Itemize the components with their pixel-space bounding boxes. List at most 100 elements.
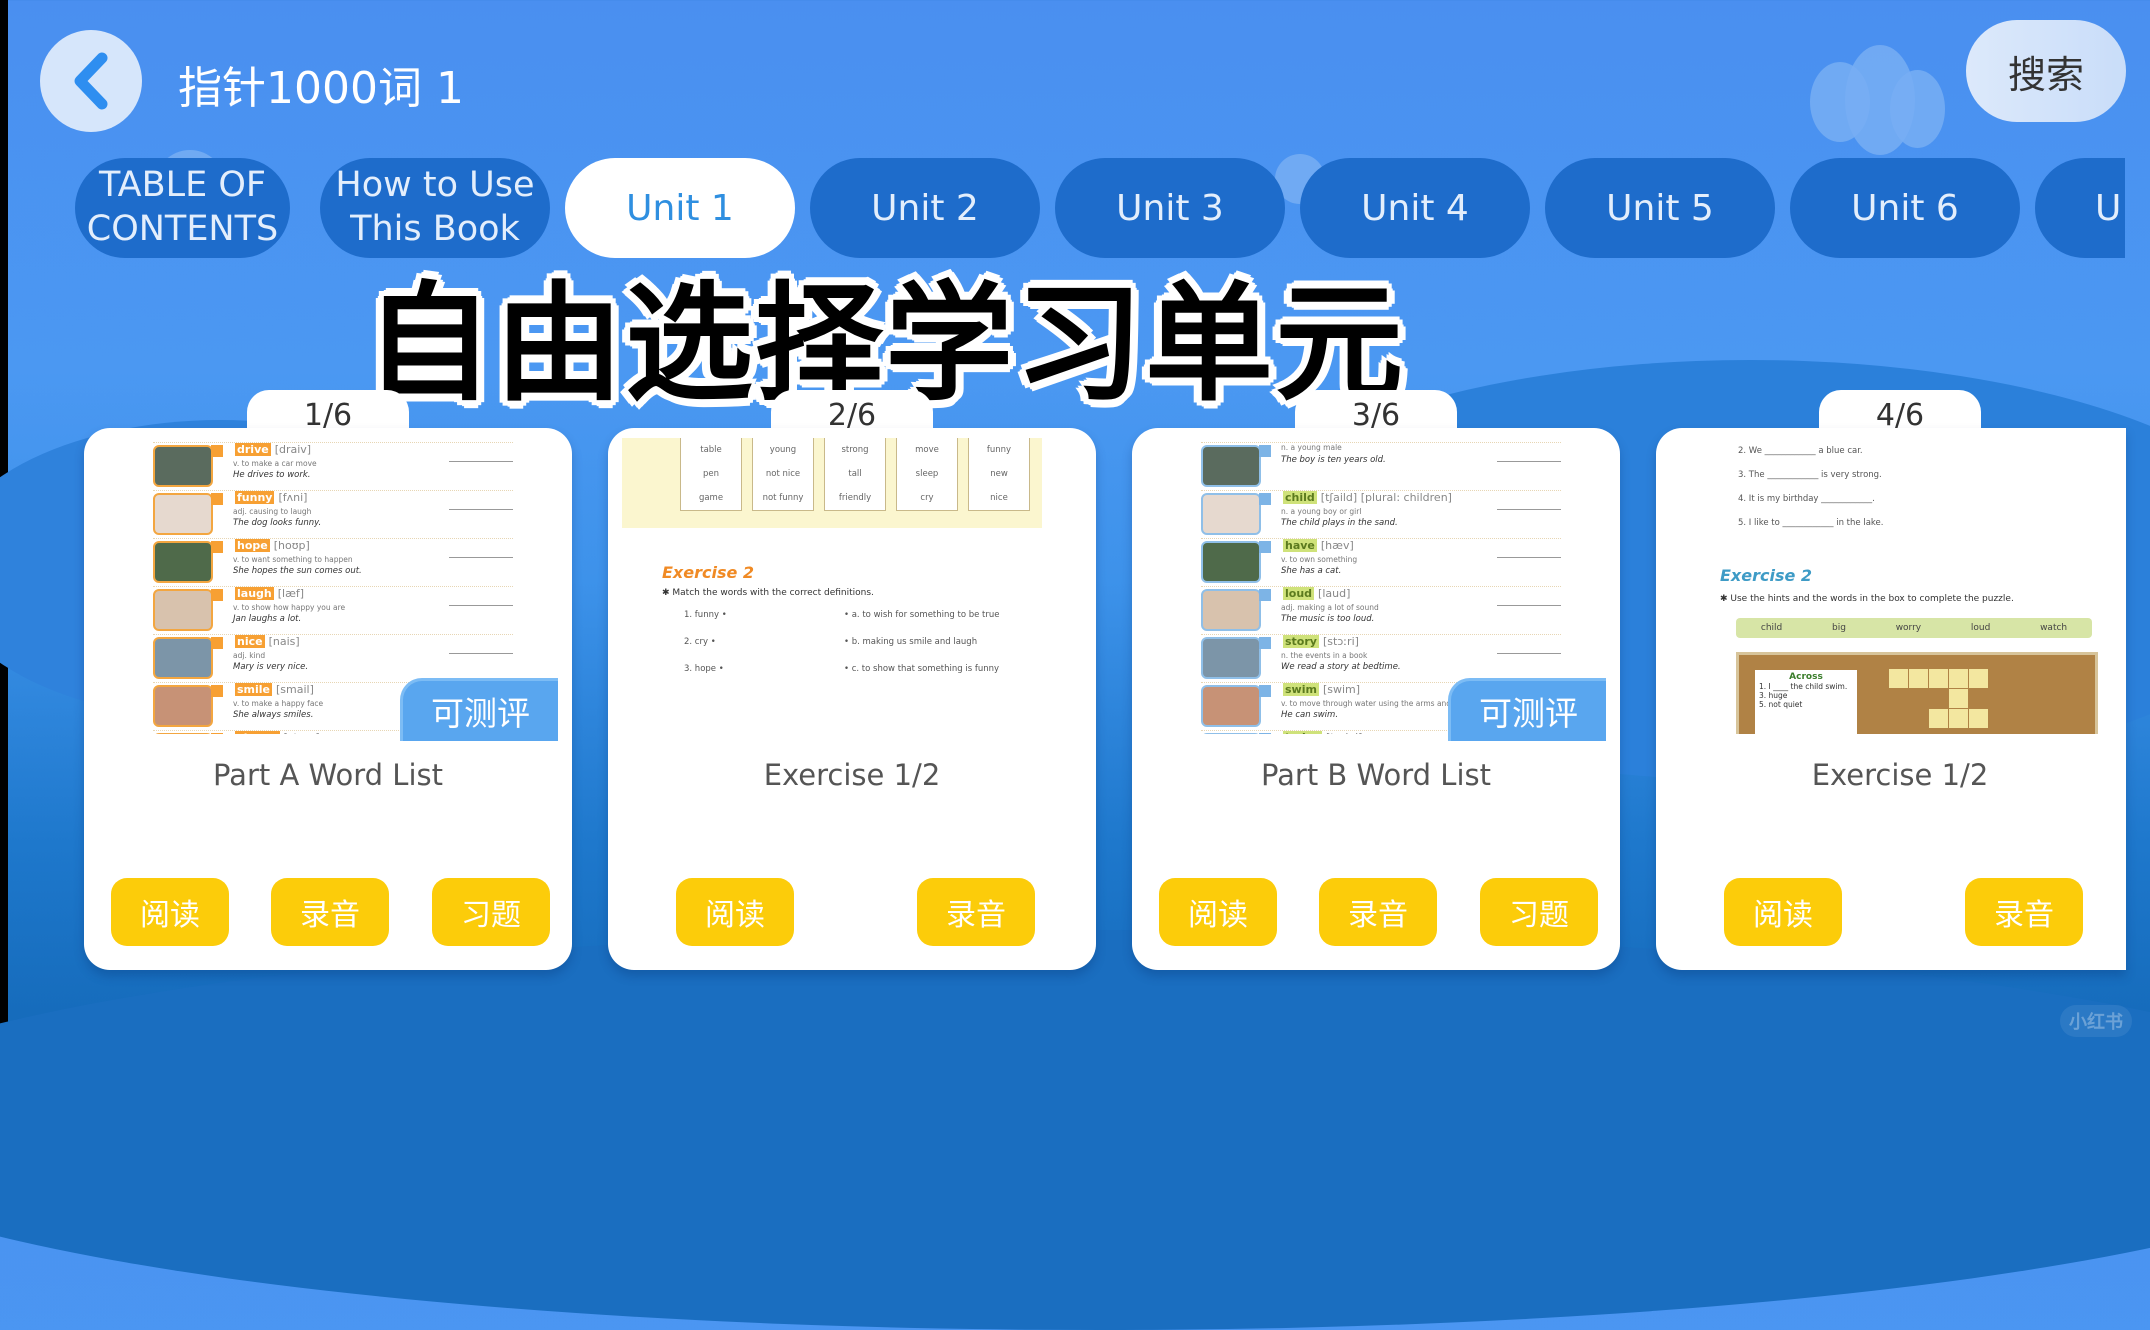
back-button[interactable] — [40, 30, 142, 132]
word-example: She always smiles. — [233, 710, 314, 720]
record-button[interactable]: 录音 — [1965, 878, 2083, 946]
tab-unit-7-partial[interactable]: U — [2035, 158, 2125, 258]
assessable-badge: 可测评 — [400, 678, 558, 741]
match-left-item: 3. hope • — [684, 664, 724, 674]
match-left-item: 1. funny • — [684, 610, 727, 620]
search-button[interactable]: 搜索 — [1966, 20, 2126, 122]
word-example: He can swim. — [1281, 710, 1339, 720]
lesson-card-body[interactable]: table pen game young not nice not funny strong… — [608, 428, 1096, 970]
word-cell: sleep — [915, 469, 939, 479]
word-column: funny new nice — [968, 438, 1030, 511]
word-cell: game — [698, 493, 724, 503]
word-list-row: hope [hoʊp] v. to want something to happen… — [153, 538, 513, 583]
word-entry: smile [smail] — [233, 683, 316, 696]
answer-line — [449, 653, 513, 654]
puzzle-cell — [1929, 669, 1948, 688]
watermark: 小红书 — [2060, 1005, 2132, 1037]
word-number — [211, 493, 223, 505]
word-definition: v. to show how happy you are — [233, 603, 346, 612]
word-ipa: [tədei] — [1326, 731, 1362, 734]
word-number — [211, 541, 223, 553]
exercise-heading: Exercise 2 — [662, 563, 755, 582]
puzzle-cell — [1889, 669, 1908, 688]
read-button[interactable]: 阅读 — [111, 878, 229, 946]
answer-line — [449, 605, 513, 606]
tab-unit-5[interactable]: Unit 5 — [1545, 158, 1775, 258]
page-preview[interactable]: 2. We ____________ a blue car. 3. The ___… — [1670, 438, 2126, 734]
word-column: young not nice not funny — [752, 438, 814, 511]
lesson-title: Part A Word List — [213, 758, 443, 792]
word-ipa: [læf] — [277, 587, 305, 600]
exercise-instruction: ✱ Match the words with the correct defin… — [662, 588, 874, 598]
assessable-badge: 可测评 — [1448, 678, 1606, 741]
answer-line — [1497, 461, 1561, 462]
action-buttons: 阅读 录音 习题 — [1132, 878, 1620, 948]
word-definition: n. a young boy or girl — [1281, 507, 1362, 516]
word-ipa: [fʌni] — [278, 491, 308, 504]
read-button[interactable]: 阅读 — [676, 878, 794, 946]
word-entry: today [tədei] — [1281, 731, 1364, 734]
word-cell: table — [700, 445, 722, 455]
fill-in-sentence: 4. It is my birthday ____________. — [1738, 494, 1875, 504]
word-ipa: [swim] — [1322, 683, 1361, 696]
match-right-item: • b. making us smile and laugh — [844, 637, 978, 647]
lesson-card: 1/6 drive [draiv] v. to make a car move He … — [84, 390, 574, 972]
word-cell: friendly — [838, 493, 872, 503]
word-list-row: story [stɔːri] n. the events in a book We r… — [1201, 634, 1561, 679]
word-example: He drives to work. — [233, 470, 311, 480]
word-definition: adj. making a lot of sound — [1281, 603, 1379, 612]
word-entry: nice [nais] — [233, 635, 302, 648]
read-button[interactable]: 阅读 — [1724, 878, 1842, 946]
tab-unit-6[interactable]: Unit 6 — [1790, 158, 2020, 258]
word-box-item: child — [1760, 623, 1783, 633]
lesson-card-body[interactable]: drive [draiv] v. to make a car move He driv… — [84, 428, 572, 970]
word-photo — [153, 541, 213, 583]
word-example: The boy is ten years old. — [1281, 455, 1386, 465]
word-text: swim — [1283, 683, 1319, 696]
word-cell: new — [990, 469, 1008, 479]
puzzle-board: Across 1. I ____ the child swim. 3. huge 5.… — [1736, 652, 2098, 734]
word-box-item: loud — [1970, 623, 1991, 633]
action-buttons: 阅读 录音 — [608, 878, 1096, 948]
record-button[interactable]: 录音 — [917, 878, 1035, 946]
tab-table-of-contents[interactable]: TABLE OF CONTENTS — [75, 158, 290, 258]
word-number — [1259, 685, 1271, 697]
word-entry: funny [fʌni] — [233, 491, 309, 504]
lesson-card-body[interactable]: 2. We ____________ a blue car. 3. The ___… — [1656, 428, 2126, 970]
puzzle-cell — [1969, 709, 1988, 728]
word-text: funny — [235, 491, 275, 504]
lesson-card-body[interactable]: n. a young male The boy is ten years old.… — [1132, 428, 1620, 970]
word-number — [1259, 541, 1271, 553]
match-left-item: 2. cry • — [684, 637, 716, 647]
word-example: We read a story at bedtime. — [1281, 662, 1401, 672]
exercise-button[interactable]: 习题 — [432, 878, 550, 946]
word-text: smile — [235, 683, 273, 696]
word-photo — [1201, 685, 1261, 727]
record-button[interactable]: 录音 — [1319, 878, 1437, 946]
word-box-item: big — [1832, 623, 1846, 633]
record-button[interactable]: 录音 — [271, 878, 389, 946]
word-number — [1259, 733, 1271, 734]
page-preview[interactable]: table pen game young not nice not funny strong… — [622, 438, 1082, 734]
word-definition: v. to own something — [1281, 555, 1358, 564]
cloud-decoration — [1890, 70, 1945, 148]
word-cell: move — [915, 445, 939, 455]
word-number — [1259, 493, 1271, 505]
word-column: move sleep cry — [896, 438, 958, 511]
word-cell: not funny — [762, 493, 804, 503]
exercise-button[interactable]: 习题 — [1480, 878, 1598, 946]
word-box: child big worry loud watch — [1736, 618, 2092, 638]
word-list-row: loud [laud] adj. making a lot of sound The … — [1201, 586, 1561, 631]
answer-line — [449, 461, 513, 462]
word-entry: child [tʃaild] [plural: children] — [1281, 491, 1454, 504]
word-example: She hopes the sun comes out. — [233, 566, 362, 576]
puzzle-hint: 5. not quiet — [1759, 700, 1803, 709]
word-cell: young — [769, 445, 797, 455]
word-box-band: table pen game young not nice not funny strong… — [622, 438, 1042, 528]
word-photo — [153, 637, 213, 679]
lesson-card: 2/6 table pen game young not nice not funny st… — [608, 390, 1098, 972]
word-list-row: child [tʃaild] [plural: children] n. a you… — [1201, 490, 1561, 535]
read-button[interactable]: 阅读 — [1159, 878, 1277, 946]
word-photo — [1201, 589, 1261, 631]
word-cell: tall — [848, 469, 862, 479]
